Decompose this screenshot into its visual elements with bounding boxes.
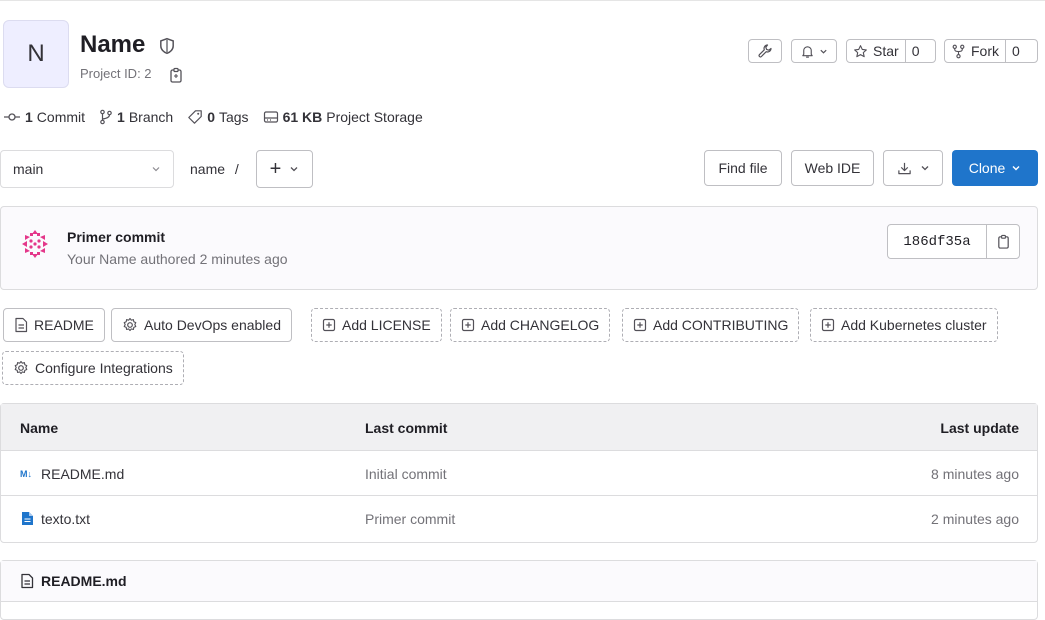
branches-stat[interactable]: 1 Branch xyxy=(99,109,173,125)
storage-icon xyxy=(263,111,278,123)
download-dropdown[interactable] xyxy=(883,150,943,186)
fork-icon xyxy=(952,44,965,58)
file-last-update: 2 minutes ago xyxy=(931,511,1019,527)
star-icon xyxy=(854,44,867,57)
chip-label: Add CONTRIBUTING xyxy=(653,317,789,333)
project-title: Name xyxy=(80,31,146,58)
file-name[interactable]: README.md xyxy=(41,466,124,482)
plus-icon: + xyxy=(269,158,282,180)
copy-id-icon[interactable] xyxy=(168,66,184,84)
chip-label: Add Kubernetes cluster xyxy=(841,317,987,333)
star-button[interactable]: Star 0 xyxy=(846,39,936,63)
chip-label: Add CHANGELOG xyxy=(481,317,600,333)
project-avatar[interactable]: N xyxy=(3,20,69,88)
star-label: Star xyxy=(873,43,899,59)
copy-icon xyxy=(997,234,1009,249)
fork-label: Fork xyxy=(971,43,999,59)
project-stats: 1 Commit 1 Branch 0 Tags 61 KB Project S… xyxy=(3,108,437,126)
settings-wrench-button[interactable] xyxy=(748,39,782,63)
breadcrumb-project[interactable]: name xyxy=(190,161,225,177)
tag-icon xyxy=(188,110,202,124)
row-divider xyxy=(1,495,1037,496)
readme-header xyxy=(1,561,1037,602)
branches-label: Branch xyxy=(128,109,174,125)
chip-label: Configure Integrations xyxy=(35,360,173,376)
project-avatar-letter: N xyxy=(27,40,45,67)
chevron-down-icon xyxy=(152,167,160,172)
add-license-chip[interactable]: Add LICENSE xyxy=(311,308,442,342)
document-icon xyxy=(15,317,28,333)
tags-label: Tags xyxy=(218,109,249,125)
branch-select-value: main xyxy=(13,161,44,177)
document-icon xyxy=(21,573,34,589)
commit-icon xyxy=(4,113,20,121)
breadcrumb: name / xyxy=(190,159,239,179)
find-file-button[interactable]: Find file xyxy=(704,150,782,186)
branch-select[interactable]: main xyxy=(0,150,174,188)
commit-meta: Your Name authored 2 minutes ago xyxy=(67,251,288,267)
storage-size: 61 KB xyxy=(282,109,323,125)
last-commit-panel xyxy=(0,206,1038,290)
wrench-icon xyxy=(758,44,772,58)
file-last-commit[interactable]: Primer commit xyxy=(365,511,455,527)
add-contributing-chip[interactable]: Add CONTRIBUTING xyxy=(622,308,800,342)
file-last-commit[interactable]: Initial commit xyxy=(365,466,447,482)
storage-label: Project Storage xyxy=(326,109,423,125)
readme-title: README.md xyxy=(41,573,127,589)
project-id: Project ID: 2 xyxy=(80,66,152,81)
web-ide-button[interactable]: Web IDE xyxy=(791,150,874,186)
clone-button[interactable]: Clone xyxy=(952,150,1038,186)
add-changelog-chip[interactable]: Add CHANGELOG xyxy=(450,308,611,342)
plus-square-icon xyxy=(633,318,647,332)
clone-label: Clone xyxy=(968,160,1006,176)
chevron-down-icon xyxy=(1012,166,1020,171)
chevron-down-icon xyxy=(921,166,928,171)
notification-button[interactable] xyxy=(791,39,837,63)
download-icon xyxy=(897,162,911,174)
bell-icon xyxy=(802,45,813,58)
branch-icon xyxy=(100,109,112,125)
commit-sha[interactable]: 186df35a xyxy=(888,225,987,258)
auto-devops-chip[interactable]: Auto DevOps enabled xyxy=(111,308,292,342)
top-divider xyxy=(0,0,1045,1)
commits-count: 1 xyxy=(25,109,33,125)
add-file-dropdown[interactable]: + xyxy=(256,150,313,188)
commits-stat[interactable]: 1 Commit xyxy=(3,109,85,125)
chip-label: README xyxy=(34,317,94,333)
add-kubernetes-chip[interactable]: Add Kubernetes cluster xyxy=(810,308,998,342)
tags-stat[interactable]: 0 Tags xyxy=(187,109,249,125)
breadcrumb-separator: / xyxy=(234,161,239,177)
fork-button[interactable]: Fork 0 xyxy=(944,39,1038,63)
tags-count: 0 xyxy=(207,109,215,125)
gear-icon xyxy=(14,360,28,375)
fork-count[interactable]: 0 xyxy=(1005,40,1026,62)
gear-icon xyxy=(123,317,137,332)
file-name[interactable]: texto.txt xyxy=(41,511,90,527)
chevron-down-icon xyxy=(290,167,298,172)
column-header-name: Name xyxy=(20,420,59,436)
commit-author-avatar[interactable] xyxy=(19,228,51,260)
file-last-update: 8 minutes ago xyxy=(931,466,1019,482)
configure-integrations-chip[interactable]: Configure Integrations xyxy=(2,351,184,385)
commits-label: Commit xyxy=(36,109,86,125)
chip-label: Auto DevOps enabled xyxy=(144,317,281,333)
shield-icon xyxy=(160,37,174,55)
column-header-last-update: Last update xyxy=(940,420,1019,436)
commit-sha-group: 186df35a xyxy=(887,224,1020,259)
chevron-down-icon xyxy=(820,49,827,54)
commit-title[interactable]: Primer commit xyxy=(67,229,165,245)
markdown-icon: M↓ xyxy=(20,469,32,479)
column-header-last-commit: Last commit xyxy=(365,420,448,436)
star-count[interactable]: 0 xyxy=(904,40,926,62)
readme-chip[interactable]: README xyxy=(3,308,105,342)
branches-count: 1 xyxy=(117,109,125,125)
copy-sha-button[interactable] xyxy=(987,225,1019,258)
plus-square-icon xyxy=(821,318,835,332)
plus-square-icon xyxy=(461,318,475,332)
text-file-icon xyxy=(22,512,33,525)
storage-stat[interactable]: 61 KB Project Storage xyxy=(263,109,423,125)
plus-square-icon xyxy=(322,318,336,332)
chip-label: Add LICENSE xyxy=(342,317,431,333)
